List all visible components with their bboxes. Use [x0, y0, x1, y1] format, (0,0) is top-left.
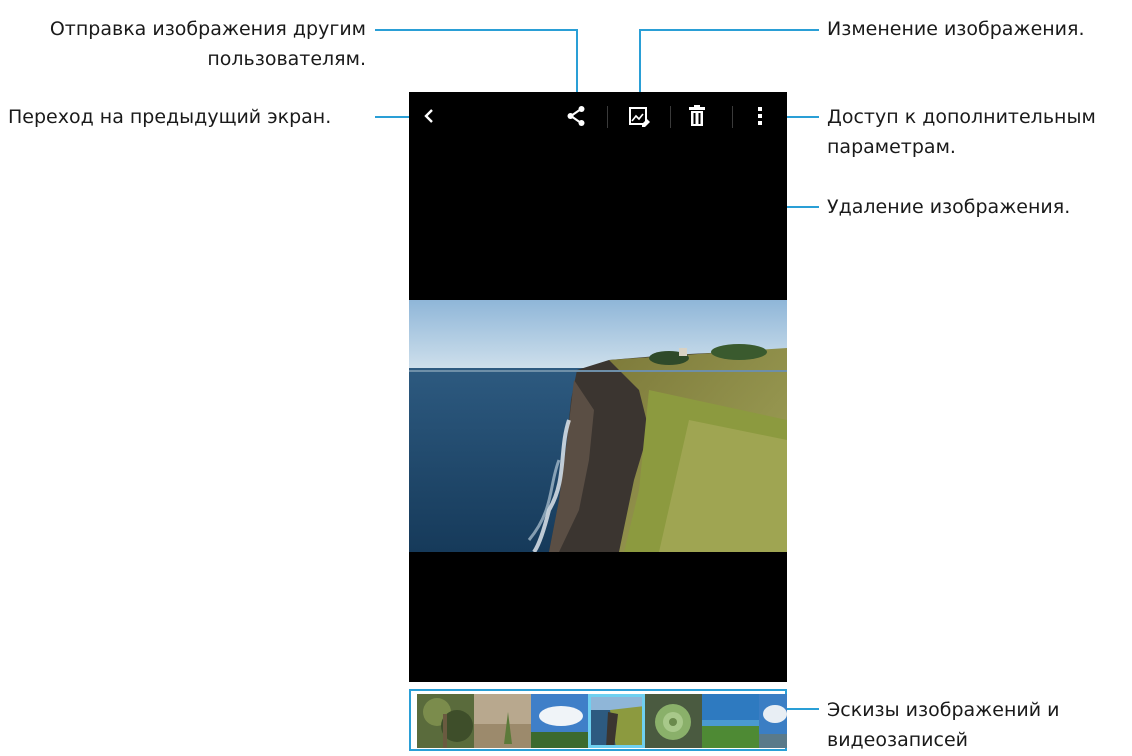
back-icon — [424, 109, 433, 123]
edit-button[interactable] — [623, 100, 655, 132]
thumbnail-item[interactable] — [417, 694, 474, 748]
delete-icon — [689, 105, 705, 126]
gallery-screen — [409, 92, 787, 682]
thumbnail-item-selected[interactable] — [588, 694, 645, 748]
callout-share-text: Отправка изображения другим пользователя… — [49, 18, 366, 70]
edit-icon — [629, 107, 650, 127]
callout-delete-text: Удаление изображения. — [827, 196, 1071, 218]
actionbar-separator — [670, 106, 671, 128]
thumbnail-item[interactable] — [531, 694, 588, 748]
more-options-button[interactable] — [744, 100, 776, 132]
callout-back: Переход на предыдущий экран. — [8, 102, 331, 132]
actionbar-separator — [732, 106, 733, 128]
thumbnail-image — [759, 694, 787, 748]
callout-thumbnails-text: Эскизы изображений и видеозаписей — [827, 699, 1060, 751]
thumbnail-image — [417, 694, 474, 748]
leader-share — [375, 29, 578, 31]
thumbnail-image — [474, 694, 531, 748]
callout-thumbnails: Эскизы изображений и видеозаписей — [827, 695, 1087, 755]
cliff-coast-photo — [409, 300, 787, 552]
more-icon — [758, 107, 762, 125]
action-bar — [409, 92, 787, 140]
callout-share: Отправка изображения другим пользователя… — [10, 14, 366, 74]
share-button[interactable] — [560, 100, 592, 132]
callout-edit: Изменение изображения. — [827, 14, 1085, 44]
thumbnail-item[interactable] — [474, 694, 531, 748]
thumbnail-list — [417, 694, 787, 748]
callout-edit-text: Изменение изображения. — [827, 18, 1085, 40]
thumbnail-image — [645, 694, 702, 748]
share-icon — [567, 106, 585, 126]
thumbnail-image — [702, 694, 759, 748]
thumbnail-item[interactable] — [759, 694, 787, 748]
main-photo[interactable] — [409, 300, 787, 552]
thumbnail-strip — [409, 689, 787, 751]
callout-more: Доступ к дополнительным параметрам. — [827, 102, 1127, 162]
leader-thumbnails — [787, 708, 819, 710]
callout-more-text: Доступ к дополнительным параметрам. — [827, 106, 1096, 158]
thumbnail-item[interactable] — [702, 694, 759, 748]
thumbnail-item[interactable] — [645, 694, 702, 748]
back-button[interactable] — [413, 100, 445, 132]
leader-edit — [639, 29, 819, 31]
thumbnail-image — [531, 694, 588, 748]
delete-button[interactable] — [681, 100, 713, 132]
thumbnail-image — [588, 694, 645, 748]
actionbar-separator — [607, 106, 608, 128]
callout-delete: Удаление изображения. — [827, 192, 1070, 222]
callout-back-text: Переход на предыдущий экран. — [8, 106, 332, 128]
